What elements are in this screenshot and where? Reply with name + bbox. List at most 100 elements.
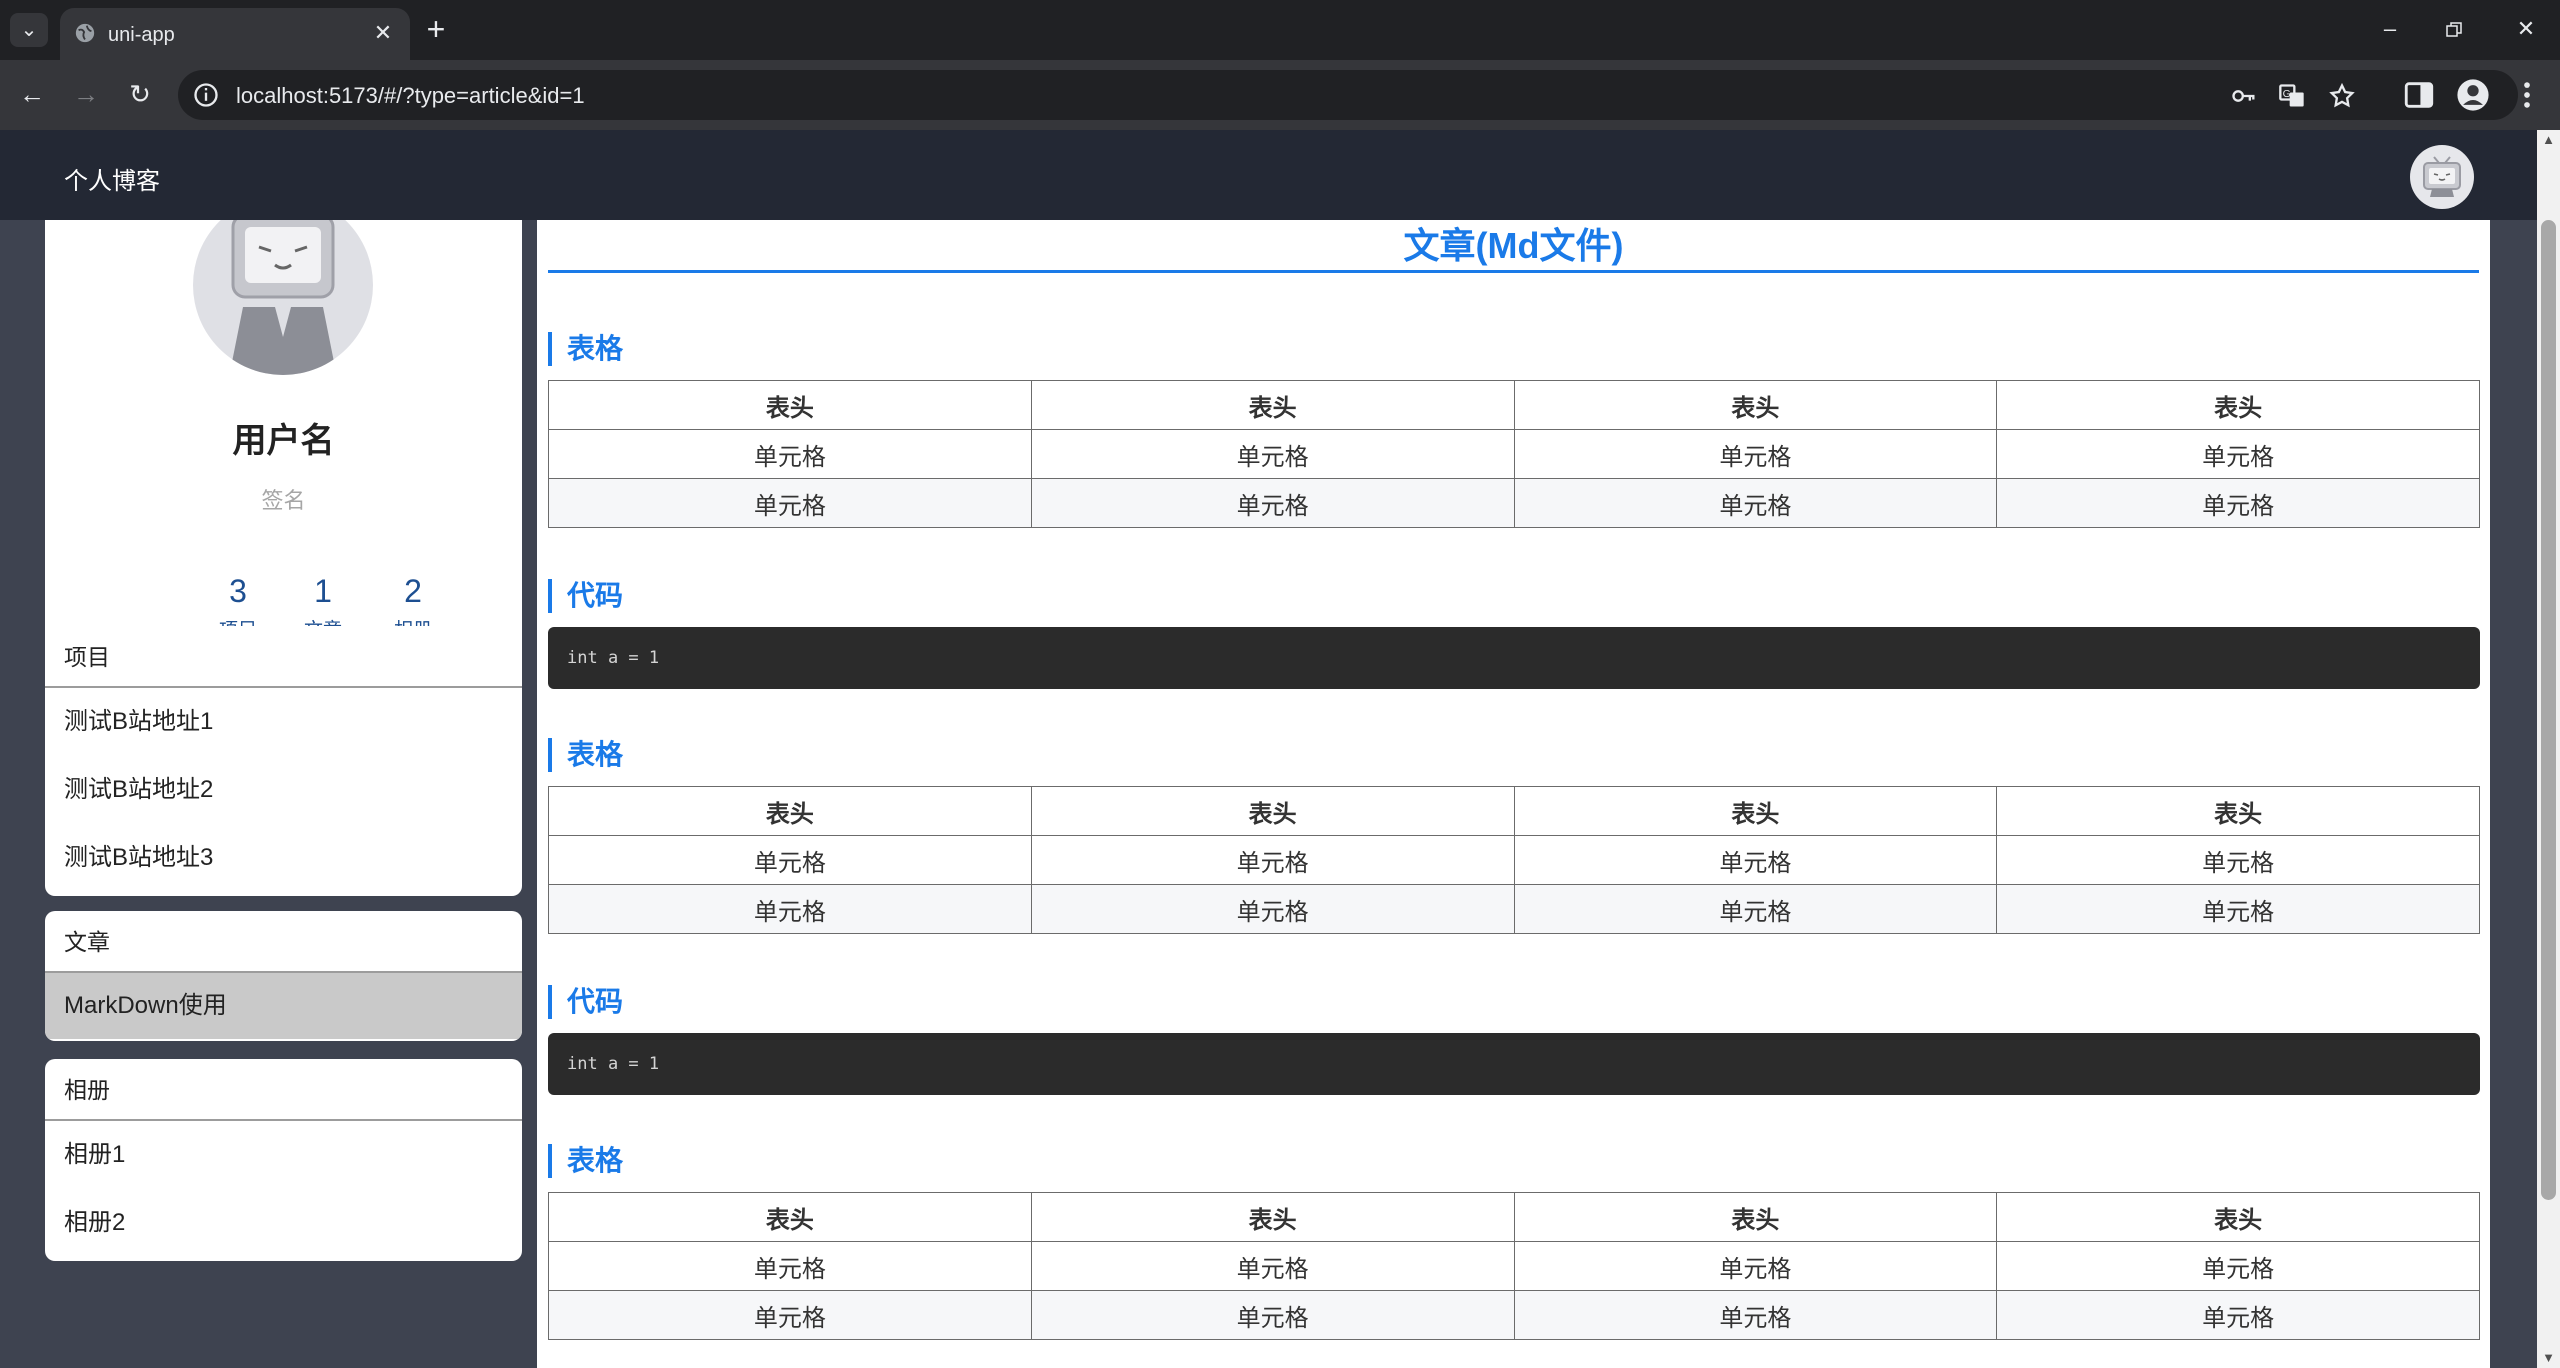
scroll-up-icon[interactable]: ▲ [2537, 130, 2560, 150]
url-text[interactable]: localhost:5173/#/?type=article&id=1 [236, 83, 585, 109]
table-cell: 单元格 [1030, 884, 1515, 934]
table-cell: 单元格 [1996, 478, 2480, 528]
table-header: 表头 [1996, 786, 2480, 836]
password-key-icon[interactable] [2230, 82, 2258, 110]
bookmark-star-icon[interactable] [2328, 82, 2356, 110]
minimize-icon[interactable]: – [2358, 0, 2422, 60]
bilibili-tv-icon [2423, 156, 2461, 197]
section-heading: 代码 [548, 579, 623, 613]
close-icon[interactable]: ✕ [368, 18, 398, 48]
table-cell: 单元格 [1996, 429, 2480, 479]
table-row: 单元格 单元格 单元格 单元格 [548, 884, 2480, 934]
table-cell: 单元格 [1030, 478, 1515, 528]
svg-text:G: G [2283, 88, 2291, 100]
article-content: 文章(Md文件) 表格 表头 表头 表头 表头 单元格 单元格 单元格 单元格 … [537, 185, 2490, 1368]
table-cell: 单元格 [548, 835, 1032, 885]
table-cell: 单元格 [1513, 884, 1998, 934]
avatar[interactable] [193, 195, 373, 375]
projects-card: 项目 测试B站地址1 测试B站地址2 测试B站地址3 [45, 626, 522, 896]
table-cell: 单元格 [1030, 835, 1515, 885]
table-header: 表头 [1513, 786, 1998, 836]
articles-card: 文章 MarkDown使用 [45, 911, 522, 1041]
section-heading: 表格 [548, 332, 623, 366]
scrollbar-thumb[interactable] [2541, 220, 2556, 1200]
section-heading: 表格 [548, 738, 623, 772]
scroll-down-icon[interactable]: ▼ [2537, 1348, 2560, 1368]
forward-icon[interactable]: → [66, 74, 106, 114]
table-cell: 单元格 [548, 1241, 1032, 1291]
code-block[interactable]: int a = 1 [548, 627, 2480, 689]
stat-count: 1 [314, 573, 332, 609]
tab-list-icon[interactable]: ⌄ [10, 13, 48, 47]
restore-icon[interactable] [2422, 0, 2486, 60]
more-vert-icon[interactable] [2510, 78, 2544, 112]
reload-icon[interactable]: ↻ [120, 74, 160, 114]
browser-tab[interactable]: uni-app ✕ [60, 8, 410, 60]
table-header: 表头 [548, 380, 1032, 430]
table-cell: 单元格 [1513, 478, 1998, 528]
address-bar[interactable]: localhost:5173/#/?type=article&id=1 G [178, 70, 2518, 120]
page-viewport: 个人博客 用户名 签名 3 项目 [0, 130, 2537, 1368]
globe-icon [75, 23, 95, 43]
markdown-table: 表头 表头 表头 表头 单元格 单元格 单元格 单元格 单元格 单元格 单元格 … [548, 380, 2480, 528]
project-item[interactable]: 测试B站地址2 [45, 756, 522, 824]
table-row: 单元格 单元格 单元格 单元格 [548, 1241, 2480, 1291]
markdown-table: 表头 表头 表头 表头 单元格 单元格 单元格 单元格 单元格 单元格 单元格 … [548, 786, 2480, 934]
table-cell: 单元格 [1513, 429, 1998, 479]
browser-tab-strip: ⌄ uni-app ✕ + – ✕ [0, 0, 2560, 60]
bilibili-tv-icon [229, 213, 337, 375]
table-header: 表头 [1996, 1192, 2480, 1242]
table-cell: 单元格 [1996, 1241, 2480, 1291]
table-cell: 单元格 [1513, 1290, 1998, 1340]
table-cell: 单元格 [1996, 835, 2480, 885]
article-title: 文章(Md文件) [548, 227, 2479, 273]
table-cell: 单元格 [1030, 1290, 1515, 1340]
section-heading: 表格 [548, 1144, 623, 1178]
table-header: 表头 [1030, 1192, 1515, 1242]
table-cell: 单元格 [1513, 1241, 1998, 1291]
article-item-active[interactable]: MarkDown使用 [45, 973, 522, 1039]
table-header: 表头 [1513, 380, 1998, 430]
table-header: 表头 [548, 786, 1032, 836]
table-row: 单元格 单元格 单元格 单元格 [548, 429, 2480, 479]
back-icon[interactable]: ← [12, 74, 52, 114]
page-scrollbar[interactable]: ▲ ▼ [2537, 130, 2560, 1368]
app-header: 个人博客 [0, 130, 2537, 220]
side-panel-icon[interactable] [2402, 78, 2436, 112]
table-header: 表头 [1030, 786, 1515, 836]
table-cell: 单元格 [548, 884, 1032, 934]
markdown-table: 表头 表头 表头 表头 单元格 单元格 单元格 单元格 单元格 单元格 单元格 … [548, 1192, 2480, 1340]
table-header: 表头 [548, 1192, 1032, 1242]
translate-icon[interactable]: G [2278, 82, 2306, 110]
table-cell: 单元格 [1996, 1290, 2480, 1340]
user-name: 用户名 [232, 422, 335, 460]
album-item[interactable]: 相册1 [45, 1121, 522, 1189]
table-row: 单元格 单元格 单元格 单元格 [548, 478, 2480, 528]
site-info-icon[interactable] [192, 81, 220, 109]
app-title[interactable]: 个人博客 [64, 161, 160, 196]
table-header: 表头 [1030, 380, 1515, 430]
table-cell: 单元格 [1030, 1241, 1515, 1291]
user-signature: 签名 [261, 488, 306, 513]
tab-title: uni-app [108, 24, 175, 46]
stat-count: 2 [404, 573, 422, 609]
project-item[interactable]: 测试B站地址3 [45, 824, 522, 892]
project-item[interactable]: 测试B站地址1 [45, 688, 522, 756]
table-row: 单元格 单元格 单元格 单元格 [548, 1290, 2480, 1340]
code-block[interactable]: int a = 1 [548, 1033, 2480, 1095]
section-heading: 代码 [548, 985, 623, 1019]
table-header: 表头 [1996, 380, 2480, 430]
table-cell: 单元格 [1513, 835, 1998, 885]
album-item[interactable]: 相册2 [45, 1189, 522, 1257]
table-cell: 单元格 [1996, 884, 2480, 934]
profile-icon[interactable] [2456, 78, 2490, 112]
window-close-icon[interactable]: ✕ [2494, 0, 2558, 60]
avatar[interactable] [2410, 145, 2474, 209]
projects-header: 项目 [45, 626, 522, 688]
stat-count: 3 [229, 573, 247, 609]
articles-header: 文章 [45, 911, 522, 973]
table-header: 表头 [1513, 1192, 1998, 1242]
table-cell: 单元格 [548, 1290, 1032, 1340]
plus-icon[interactable]: + [418, 12, 454, 48]
albums-header: 相册 [45, 1059, 522, 1121]
